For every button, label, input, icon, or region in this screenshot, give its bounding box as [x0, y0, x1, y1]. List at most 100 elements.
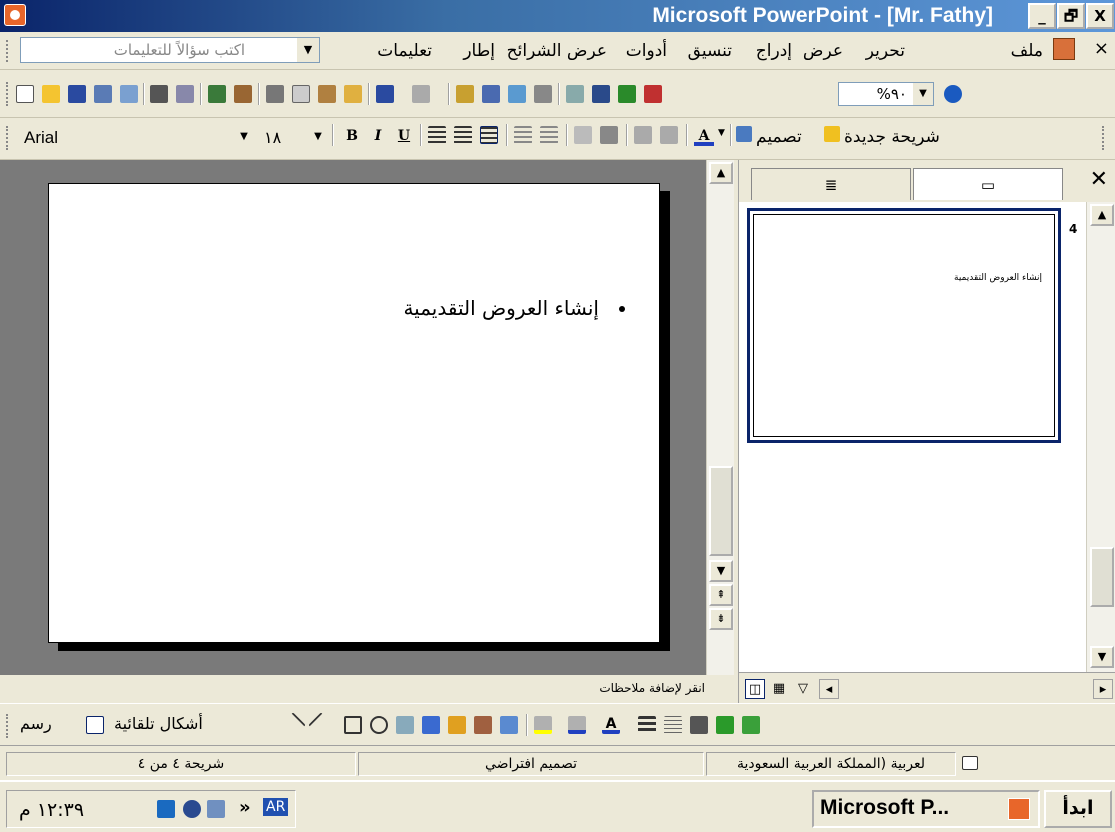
spelling-icon[interactable] [208, 85, 226, 103]
volume-icon[interactable] [207, 800, 225, 818]
print-icon[interactable] [150, 85, 168, 103]
arrow-style-icon[interactable] [690, 716, 708, 734]
format-painter-icon[interactable] [344, 85, 362, 103]
bold-button[interactable]: B [342, 126, 362, 146]
wordart-icon[interactable] [422, 716, 440, 734]
autoshapes-button[interactable]: أشكال تلقائية [114, 714, 203, 733]
spelling-status-icon[interactable] [962, 756, 978, 770]
menu-format[interactable]: تنسيق [688, 41, 732, 61]
increase-font-icon[interactable] [600, 126, 618, 144]
line-icon[interactable] [280, 712, 306, 738]
fill-color-icon[interactable] [534, 716, 552, 734]
save-icon[interactable] [68, 85, 86, 103]
slide-vertical-scrollbar[interactable]: ▲ ▼ ⇞ ⇟ [706, 160, 734, 675]
color-grayscale-icon[interactable] [644, 85, 662, 103]
font-color-icon[interactable]: A [602, 716, 620, 734]
scroll-up-button[interactable]: ▲ [1090, 204, 1114, 226]
hyperlink-icon[interactable] [534, 85, 552, 103]
numbering-icon[interactable] [514, 126, 532, 144]
antivirus-icon[interactable] [183, 800, 201, 818]
start-button[interactable]: ابدأ [1044, 790, 1112, 828]
scroll-up-button[interactable]: ▲ [709, 162, 733, 184]
language-indicator[interactable]: AR [263, 798, 289, 816]
menu-view[interactable]: عرض [803, 41, 843, 61]
new-slide-button[interactable]: شريحة جديدة [844, 127, 940, 147]
font-color-button[interactable]: A [694, 126, 714, 146]
zoom-select[interactable]: %٩٠ ▼ [838, 82, 934, 106]
show-grid-icon[interactable] [618, 85, 636, 103]
font-size-select[interactable]: ١٨ ▼ [258, 126, 328, 150]
menu-slideshow[interactable]: عرض الشرائح [507, 41, 607, 61]
tab-slides[interactable]: ▭ [913, 168, 1063, 200]
tables-borders-icon[interactable] [508, 85, 526, 103]
select-objects-icon[interactable] [86, 716, 104, 734]
next-slide-button[interactable]: ⇟ [709, 608, 733, 630]
chevron-down-icon[interactable]: ▼ [234, 126, 254, 148]
network-icon[interactable] [157, 800, 175, 818]
scroll-right-button[interactable]: ▸ [1093, 679, 1113, 699]
menu-tools[interactable]: أدوات [626, 41, 667, 61]
slide-thumbnail[interactable]: إنشاء العروض التقديمية [747, 208, 1061, 443]
insert-table-icon[interactable] [482, 85, 500, 103]
slide-bullet-text[interactable]: إنشاء العروض التقديمية [403, 296, 599, 320]
shadow-style-icon[interactable] [716, 716, 734, 734]
line-color-icon[interactable] [568, 716, 586, 734]
taskbar-powerpoint-button[interactable]: Microsoft P... [812, 790, 1040, 828]
pane-vertical-scrollbar[interactable]: ▲ ▼ [1086, 202, 1115, 672]
new-document-icon[interactable] [16, 85, 34, 103]
toolbar-grip[interactable] [6, 714, 10, 738]
slide-sorter-icon[interactable]: ▦ [769, 679, 789, 699]
show-formatting-icon[interactable] [592, 85, 610, 103]
design-icon[interactable] [736, 126, 752, 142]
font-select[interactable]: Arial ▼ [20, 126, 256, 150]
scroll-thumb[interactable] [1090, 547, 1114, 607]
open-folder-icon[interactable] [42, 85, 60, 103]
toolbar-grip[interactable] [6, 82, 10, 106]
notes-pane[interactable]: انقر لإضافة ملاحظات [0, 675, 738, 703]
close-document-button[interactable]: × [1094, 38, 1109, 59]
close-window-button[interactable]: X [1086, 3, 1114, 29]
align-left-icon[interactable] [428, 126, 446, 144]
menu-help[interactable]: تعليمات [377, 41, 432, 61]
copy-icon[interactable] [292, 85, 310, 103]
italic-button[interactable]: I [368, 126, 388, 146]
toolbar-grip[interactable] [6, 40, 10, 62]
normal-view-icon[interactable]: ◫ [745, 679, 765, 699]
permission-icon[interactable] [94, 85, 112, 103]
3d-style-icon[interactable] [742, 716, 760, 734]
rectangle-icon[interactable] [344, 716, 362, 734]
bullets-icon[interactable] [540, 126, 558, 144]
decrease-indent-icon[interactable] [634, 126, 652, 144]
new-slide-icon[interactable] [824, 126, 840, 142]
arrow-icon[interactable] [308, 712, 334, 738]
previous-slide-button[interactable]: ⇞ [709, 584, 733, 606]
menu-file[interactable]: ملف [1011, 41, 1043, 61]
underline-button[interactable]: U [394, 126, 414, 146]
scroll-down-button[interactable]: ▼ [1090, 646, 1114, 668]
email-icon[interactable] [120, 85, 138, 103]
maximize-button[interactable]: 🗗 [1057, 3, 1085, 29]
toolbar-grip[interactable] [1102, 126, 1106, 150]
slideshow-icon[interactable]: ▽ [793, 679, 813, 699]
minimize-button[interactable]: _ [1028, 3, 1056, 29]
line-style-icon[interactable] [638, 716, 656, 734]
scroll-thumb[interactable] [709, 466, 733, 556]
chevron-down-icon[interactable]: ▼ [308, 126, 328, 148]
menu-edit[interactable]: تحرير [866, 41, 905, 61]
print-preview-icon[interactable] [176, 85, 194, 103]
tab-outline[interactable]: ≣ [751, 168, 911, 200]
diagram-icon[interactable] [448, 716, 466, 734]
redo-icon[interactable] [412, 85, 430, 103]
notes-placeholder[interactable]: انقر لإضافة ملاحظات [599, 681, 705, 695]
cut-icon[interactable] [266, 85, 284, 103]
help-icon[interactable] [944, 85, 962, 103]
dash-style-icon[interactable] [664, 716, 682, 734]
chevron-down-icon[interactable]: ▼ [297, 38, 319, 62]
research-icon[interactable] [234, 85, 252, 103]
expand-all-icon[interactable] [566, 85, 584, 103]
scroll-down-button[interactable]: ▼ [709, 560, 733, 582]
paste-icon[interactable] [318, 85, 336, 103]
text-box-icon[interactable] [396, 716, 414, 734]
align-center-icon[interactable] [454, 126, 472, 144]
clip-art-icon[interactable] [474, 716, 492, 734]
